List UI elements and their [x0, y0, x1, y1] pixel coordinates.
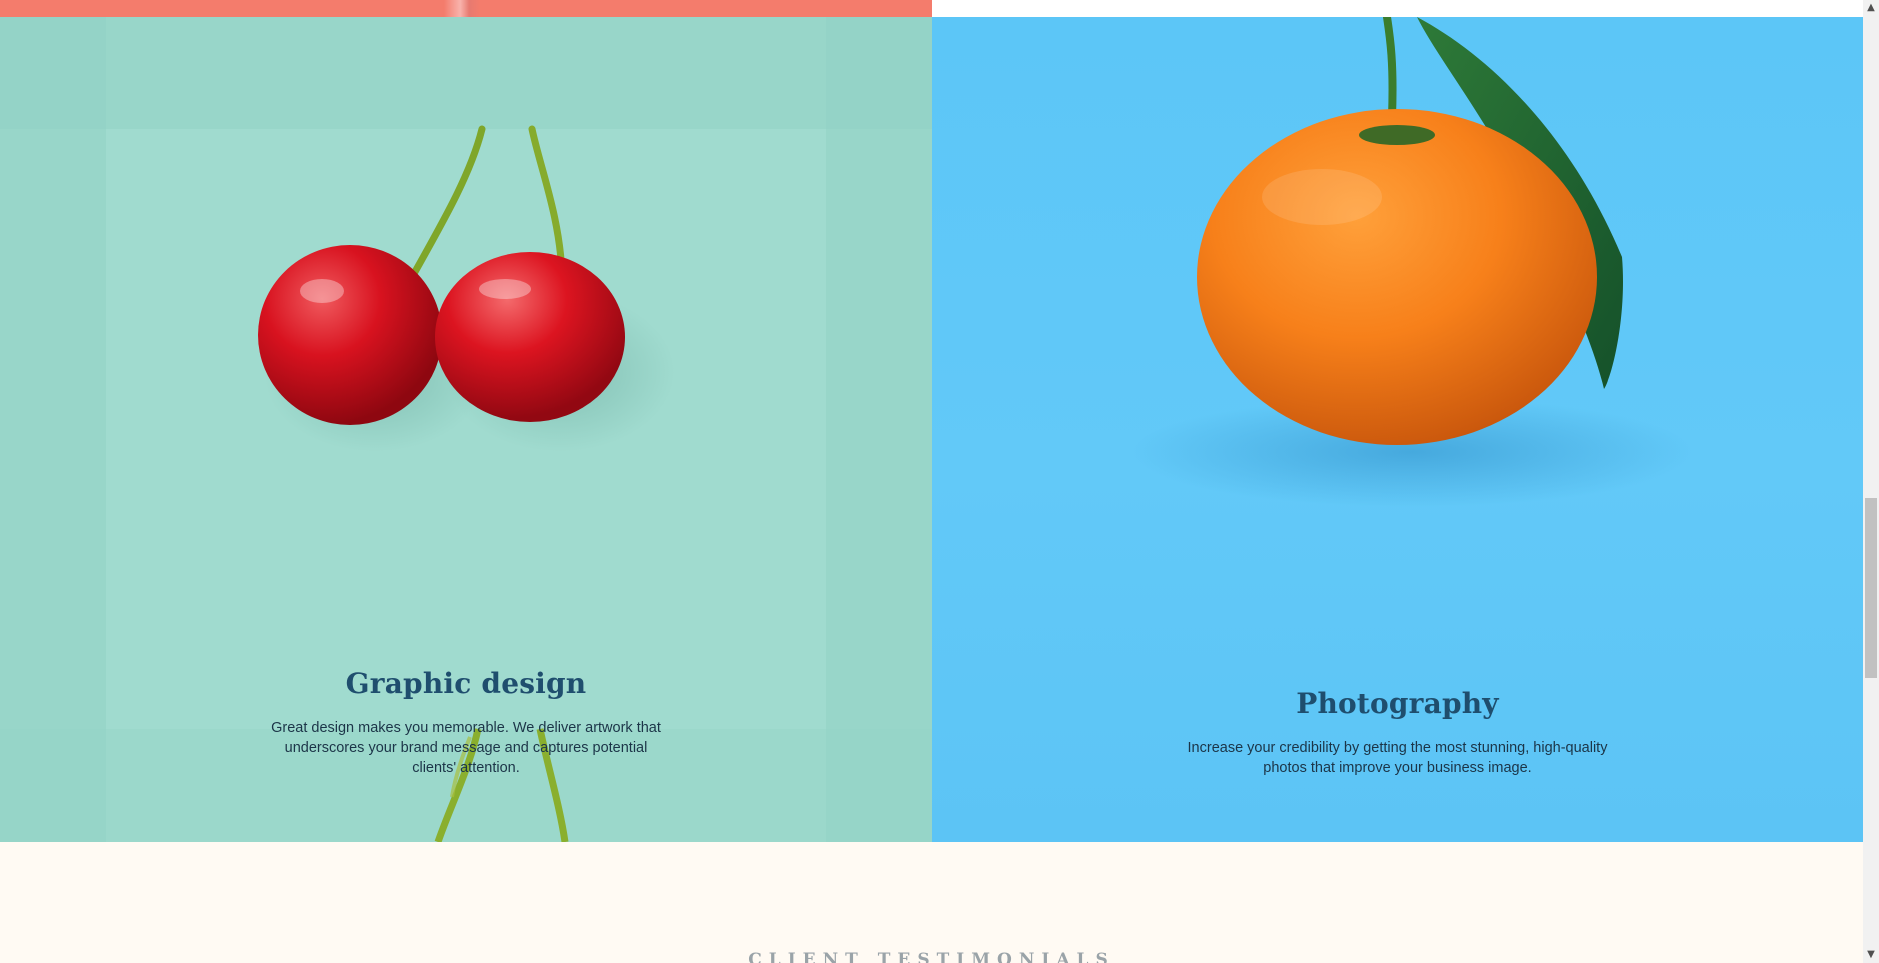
service-title: Photography — [1296, 687, 1499, 720]
page-viewport: Graphic design Great design makes you me… — [0, 0, 1863, 963]
service-title: Graphic design — [345, 667, 587, 700]
previous-section-white-strip — [932, 0, 1863, 17]
coral-strip-highlight — [444, 0, 480, 17]
scrollbar-thumb[interactable] — [1865, 498, 1877, 678]
testimonials-heading: CLIENT TESTIMONIALS — [748, 950, 1115, 963]
chevron-down-icon[interactable]: ▼ — [1863, 947, 1879, 963]
service-description: Increase your credibility by getting the… — [1187, 740, 1608, 776]
service-card-graphic-design[interactable]: Graphic design Great design makes you me… — [0, 17, 932, 842]
previous-section-coral-strip — [0, 0, 932, 17]
chevron-up-icon[interactable]: ▲ — [1863, 0, 1879, 16]
vertical-scrollbar[interactable]: ▲ ▼ — [1863, 0, 1879, 963]
service-description: Great design makes you memorable. We del… — [271, 720, 661, 776]
service-card-photography[interactable]: Photography Increase your credibility by… — [932, 17, 1863, 842]
testimonials-section: CLIENT TESTIMONIALS — [0, 842, 1863, 963]
